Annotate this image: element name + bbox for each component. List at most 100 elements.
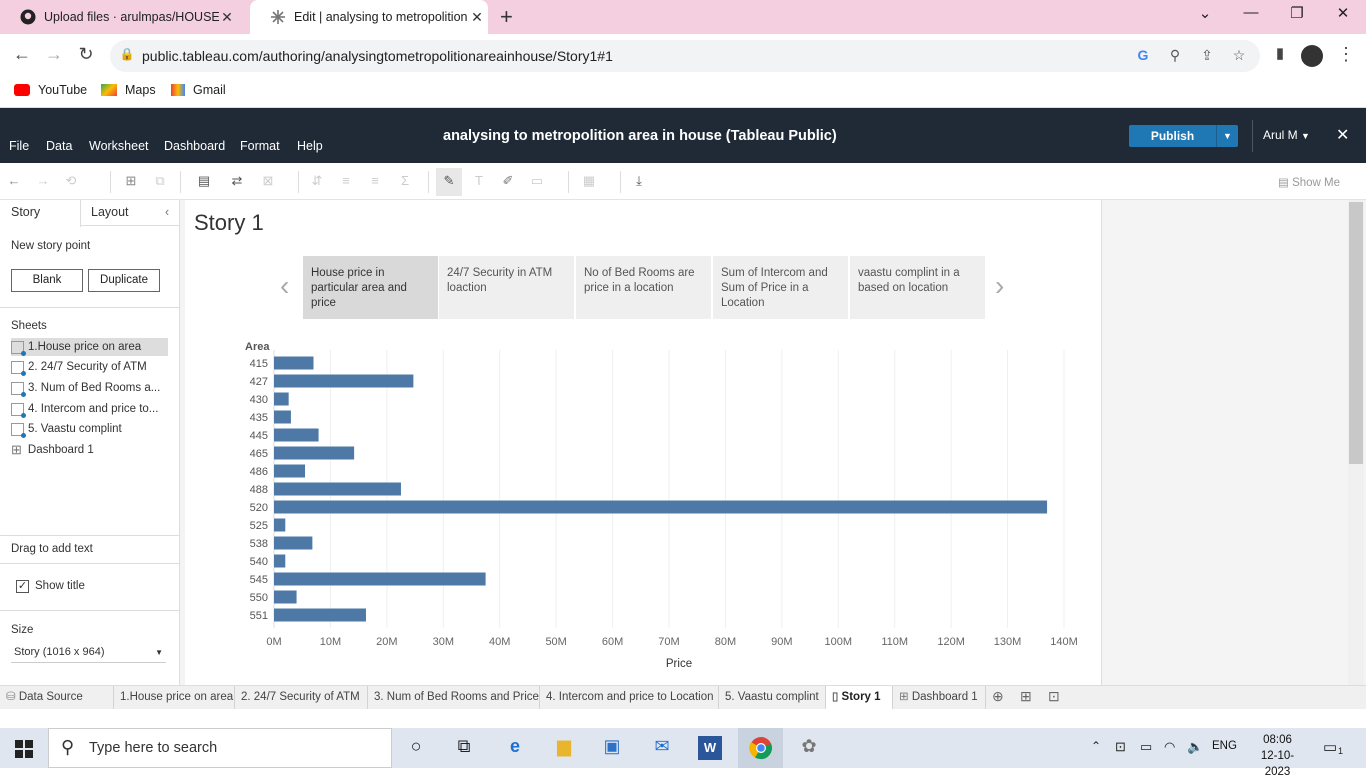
bar[interactable] [274,500,1048,514]
sheet-item[interactable]: 3. Num of Bed Rooms a... [11,379,168,397]
bar[interactable] [274,482,401,496]
restore-icon[interactable]: ❐ [1282,4,1312,22]
previous-point-arrow-icon[interactable]: ‹ [280,270,289,302]
new-dashboard-icon[interactable]: ⊞ [1020,688,1032,705]
menu-format[interactable]: Format [240,139,280,153]
new-data-source-icon[interactable]: ▤ [195,173,213,189]
y-tick-label[interactable]: 427 [250,376,268,388]
swap-rows-columns-icon[interactable]: ⇵ [308,173,326,189]
bar[interactable] [274,356,314,370]
highlight-icon[interactable]: ✎ [436,168,462,196]
new-worksheet-icon[interactable]: ⊕ [992,688,1004,705]
notification-icon[interactable]: ▭ [1323,738,1337,756]
meet-now-icon[interactable]: ⊡ [1115,739,1126,755]
show-me-button[interactable]: ▤ Show Me [1278,175,1340,189]
totals-icon[interactable]: Σ [396,173,414,189]
next-point-arrow-icon[interactable]: › [995,270,1004,302]
labels-icon[interactable]: T [470,173,488,189]
close-tab-icon[interactable]: ✕ [469,9,485,26]
battery-icon[interactable]: ▭ [1140,739,1152,755]
tab-sheet-1[interactable]: 1.House price on area [114,686,235,710]
tab-data-source[interactable]: ⛁ Data Source [0,686,114,710]
story-point-3[interactable]: No of Bed Rooms are price in a location [576,256,711,319]
clock[interactable]: 08:06 12-10-2023 [1255,732,1300,780]
bar[interactable] [274,464,306,478]
show-hidden-icons-icon[interactable]: ⌃ [1091,739,1101,753]
show-title-checkbox[interactable]: ✓ [16,580,29,593]
edge-icon[interactable]: e [503,736,527,760]
task-view-icon[interactable]: ⧉ [452,736,476,760]
y-tick-label[interactable]: 551 [250,610,268,622]
tab-dashboard-1[interactable]: ⊞ Dashboard 1 [893,686,986,710]
minimize-icon[interactable]: — [1236,4,1266,21]
size-select[interactable]: Story (1016 x 964) ▼ [11,643,166,663]
y-tick-label[interactable]: 415 [250,358,268,370]
sheet-item[interactable]: ⊞ Dashboard 1 [11,441,168,459]
publish-dropdown-icon[interactable]: ▼ [1216,125,1238,147]
y-tick-label[interactable]: 435 [250,412,268,424]
tab-story-1[interactable]: ▯ Story 1 [826,686,893,710]
profile-avatar[interactable] [1301,45,1323,67]
publish-button[interactable]: Publish ▼ [1129,125,1238,147]
y-tick-label[interactable]: 465 [250,448,268,460]
volume-icon[interactable]: 🔈 [1187,739,1203,755]
download-icon[interactable]: ⤓ [630,173,648,189]
blank-button[interactable]: Blank [11,269,83,292]
side-panel-icon[interactable]: ▮ [1268,44,1292,62]
y-tick-label[interactable]: 488 [250,484,268,496]
y-tick-label[interactable]: 445 [250,430,268,442]
fix-axes-icon[interactable]: ▦ [580,173,598,189]
bar[interactable] [274,608,366,622]
tab-layout[interactable]: Layout [91,205,129,219]
tableau-app-icon[interactable]: ✿ [797,736,821,760]
close-editor-icon[interactable]: ✕ [1336,125,1349,145]
duplicate-button[interactable]: Duplicate [88,269,160,292]
new-tab-plus-icon[interactable]: + [500,4,513,30]
tab-sheet-2[interactable]: 2. 24/7 Security of ATM [235,686,368,710]
close-tab-icon[interactable]: ✕ [219,9,235,26]
sort-ascending-icon[interactable]: ≡ [337,173,355,189]
collapse-sidebar-icon[interactable]: ‹ [165,205,169,219]
browser-tab-github[interactable]: Upload files · arulmpas/HOUSE_ ✕ [0,0,250,34]
menu-file[interactable]: File [9,139,29,153]
bookmark-youtube[interactable]: YouTube [14,83,87,97]
bar[interactable] [274,554,286,568]
zoom-icon[interactable]: ⚲ [1166,47,1184,64]
star-icon[interactable]: ☆ [1230,47,1248,64]
sheet-item[interactable]: 4. Intercom and price to... [11,400,168,418]
bar[interactable] [274,446,355,460]
y-tick-label[interactable]: 525 [250,520,268,532]
lock-icon[interactable]: 🔒 [118,47,136,61]
url-text[interactable]: public.tableau.com/authoring/analysingto… [142,48,613,64]
sheet-item[interactable]: 1.House price on area [11,338,168,356]
store-icon[interactable]: ▣ [600,736,624,760]
chrome-taskbar-button[interactable] [738,728,783,768]
new-story-icon[interactable]: ⊡ [1048,688,1060,705]
story-point-4[interactable]: Sum of Intercom and Sum of Price in a Lo… [713,256,848,319]
vertical-scrollbar[interactable] [1348,200,1364,685]
y-tick-label[interactable]: 430 [250,394,268,406]
y-tick-label[interactable]: 538 [250,538,268,550]
y-tick-label[interactable]: 540 [250,556,268,568]
word-icon[interactable]: W [698,736,722,760]
bar[interactable] [274,572,486,586]
sheet-item[interactable]: 2. 24/7 Security of ATM [11,358,168,376]
bar[interactable] [274,428,319,442]
windows-start-icon[interactable] [15,740,33,761]
duplicate-sheet-icon[interactable]: ⧉ [151,173,169,189]
menu-dashboard[interactable]: Dashboard [164,139,225,153]
user-menu[interactable]: Arul M ▼ [1263,128,1310,142]
replay-icon[interactable]: ⟲ [62,173,80,189]
close-window-icon[interactable]: ✕ [1328,4,1358,22]
y-tick-label[interactable]: 520 [250,502,268,514]
bar[interactable] [274,374,414,388]
url-omnibox[interactable]: 🔒 public.tableau.com/authoring/analysing… [110,40,1260,72]
bar[interactable] [274,518,286,532]
bookmark-gmail[interactable]: Gmail [171,83,226,97]
y-tick-label[interactable]: 486 [250,466,268,478]
undo-icon[interactable]: ← [5,173,23,189]
annotate-icon[interactable]: ✐ [499,173,517,189]
google-icon[interactable]: G [1134,47,1152,63]
mail-icon[interactable]: ✉ [650,736,674,760]
browser-menu-icon[interactable]: ⋮ [1334,44,1358,65]
